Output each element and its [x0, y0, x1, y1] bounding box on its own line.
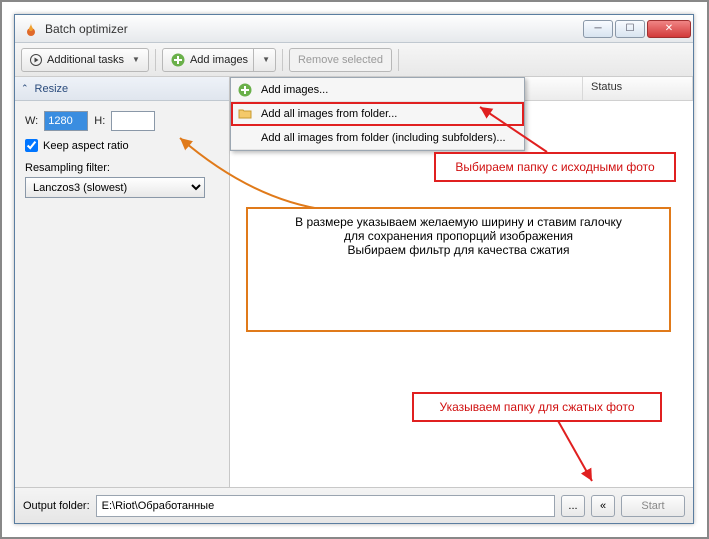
back-button[interactable]: «: [591, 495, 615, 517]
remove-selected-button[interactable]: Remove selected: [289, 48, 392, 72]
width-input[interactable]: [44, 111, 88, 131]
app-icon: [23, 21, 39, 37]
folder-icon: [237, 106, 253, 122]
resize-panel-header[interactable]: ⌃ Resize: [15, 77, 229, 101]
resize-title: Resize: [35, 83, 69, 95]
output-folder-input[interactable]: [96, 495, 555, 517]
add-images-dropdown: Add images... Add all images from folder…: [230, 77, 525, 151]
plus-icon: [171, 53, 185, 67]
separator: [282, 49, 283, 71]
dd-item-label: Add all images from folder (including su…: [261, 132, 506, 144]
sidebar: ⌃ Resize W: H: Keep aspect ratio Resampl…: [15, 77, 230, 487]
width-label: W:: [25, 115, 38, 127]
dd-add-folder-sub[interactable]: Add all images from folder (including su…: [231, 126, 524, 150]
output-folder-label: Output folder:: [23, 500, 90, 512]
plus-icon: [237, 82, 253, 98]
chevron-up-icon: ⌃: [21, 83, 29, 94]
keep-aspect-checkbox[interactable]: [25, 139, 38, 152]
separator: [398, 49, 399, 71]
browse-button[interactable]: ...: [561, 495, 585, 517]
minimize-button[interactable]: ─: [583, 20, 613, 38]
footer: Output folder: ... « Start: [15, 487, 693, 523]
chevron-down-icon: ▼: [132, 55, 140, 64]
col-status[interactable]: Status: [583, 77, 693, 100]
titlebar: Batch optimizer ─ ☐ ✕: [15, 15, 693, 43]
additional-tasks-button[interactable]: Additional tasks ▼: [21, 48, 149, 72]
separator: [155, 49, 156, 71]
dd-item-label: Add images...: [261, 84, 328, 96]
add-images-button[interactable]: Add images ▼: [162, 48, 276, 72]
additional-tasks-label: Additional tasks: [47, 54, 124, 66]
height-label: H:: [94, 115, 105, 127]
close-button[interactable]: ✕: [647, 20, 691, 38]
annotation-resize: В размере указываем желаемую ширину и ст…: [246, 207, 671, 332]
resampling-select[interactable]: Lanczos3 (slowest): [25, 177, 205, 198]
window-title: Batch optimizer: [45, 22, 583, 36]
height-input[interactable]: [111, 111, 155, 131]
blank-icon: [237, 130, 253, 146]
keep-aspect-label: Keep aspect ratio: [43, 140, 129, 152]
resampling-label: Resampling filter:: [25, 162, 219, 174]
annotation-folder: Выбираем папку с исходными фото: [434, 152, 676, 182]
dd-add-images[interactable]: Add images...: [231, 78, 524, 102]
dd-add-folder[interactable]: Add all images from folder...: [231, 102, 524, 126]
chevron-down-icon: ▼: [262, 55, 270, 64]
add-images-label: Add images: [190, 54, 248, 66]
toolbar: Additional tasks ▼ Add images ▼ Remove s…: [15, 43, 693, 77]
maximize-button[interactable]: ☐: [615, 20, 645, 38]
dd-item-label: Add all images from folder...: [261, 108, 397, 120]
play-icon: [30, 54, 42, 66]
start-button[interactable]: Start: [621, 495, 685, 517]
remove-selected-label: Remove selected: [298, 54, 383, 66]
annotation-output: Указываем папку для сжатых фото: [412, 392, 662, 422]
